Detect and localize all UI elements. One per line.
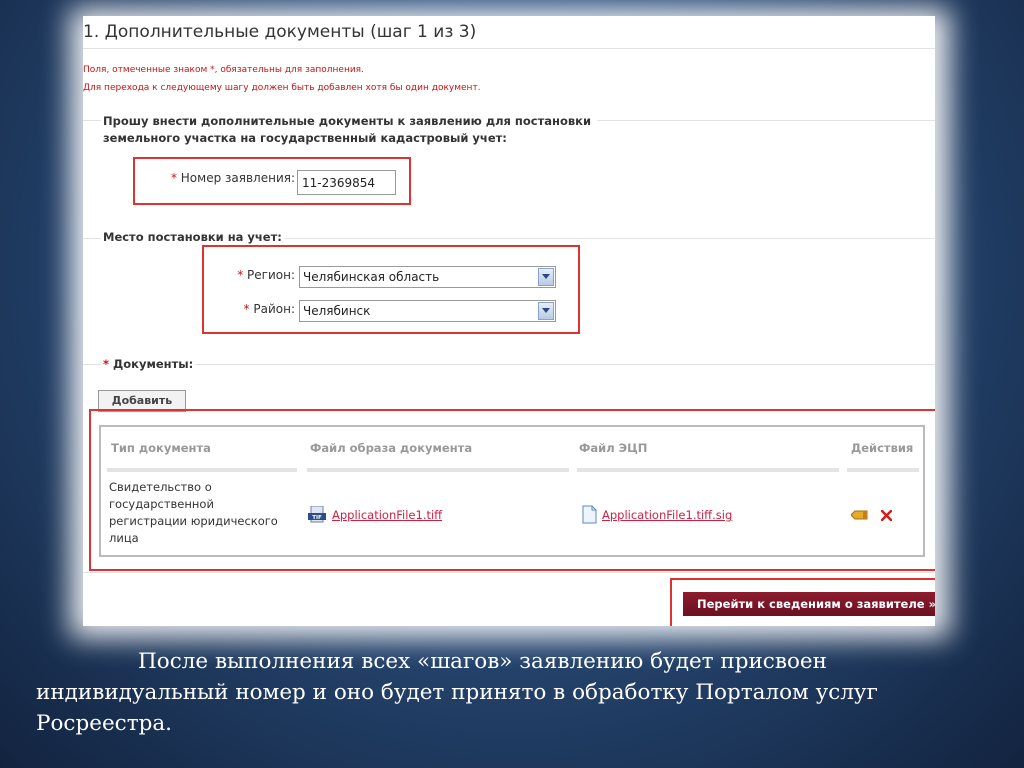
document-type-cell: Свидетельство о государственной регистра…: [109, 480, 278, 545]
pencil-edit-icon[interactable]: [851, 510, 869, 520]
section1-line-right: [597, 120, 935, 121]
column-underline: [307, 468, 569, 472]
column-underline: [577, 468, 839, 472]
caption-line1: После выполнения всех «шагов» заявлению …: [138, 649, 827, 674]
section2-line-left: [83, 238, 101, 239]
column-header-signature-file: Файл ЭЦП: [579, 441, 648, 455]
form-panel: 1. Дополнительные документы (шаг 1 из 3)…: [83, 16, 935, 626]
region-select-value: Челябинская область: [303, 270, 440, 284]
section3-line-right: [195, 364, 935, 365]
documents-label: Документы:: [113, 357, 194, 371]
chevron-down-icon[interactable]: [538, 268, 554, 286]
column-underline: [847, 468, 919, 472]
svg-text:TIF: TIF: [312, 515, 322, 521]
section1-line-left: [83, 120, 101, 121]
required-fields-note: Поля, отмеченные знаком *, обязательны д…: [83, 65, 364, 75]
section2-line-right: [285, 238, 935, 239]
column-header-image-file: Файл образа документа: [310, 441, 473, 455]
region-select[interactable]: Челябинская область: [299, 266, 556, 288]
section3-line-left: [83, 364, 101, 365]
caption-line3: Росреестра.: [36, 711, 173, 736]
section2-legend: Место постановки на учет:: [103, 230, 282, 244]
district-select-value: Челябинск: [303, 304, 371, 318]
image-file-link[interactable]: ApplicationFile1.tiff: [332, 508, 442, 522]
column-underline: [107, 468, 297, 472]
tiff-file-icon: TIF: [308, 506, 326, 523]
bottom-divider: [83, 572, 935, 573]
slide-caption: После выполнения всех «шагов» заявлению …: [36, 646, 996, 739]
next-step-button[interactable]: Перейти к сведениям о заявителе »: [683, 592, 935, 616]
document-file-icon: [582, 505, 597, 524]
add-document-note: Для перехода к следующему шагу должен бы…: [83, 83, 481, 93]
column-header-actions: Действия: [851, 441, 914, 455]
section1-legend-line2: земельного участка на государственный ка…: [103, 131, 507, 145]
delete-x-icon[interactable]: [881, 510, 892, 521]
documents-table: Тип документа Файл образа документа Файл…: [99, 425, 925, 557]
documents-legend: * Документы:: [103, 356, 193, 373]
column-header-type: Тип документа: [111, 441, 211, 455]
caption-line2: индивидуальный номер и оно будет принято…: [36, 680, 878, 705]
application-number-label: * Номер заявления:: [170, 171, 295, 185]
page-title: 1. Дополнительные документы (шаг 1 из 3): [83, 22, 477, 42]
section1-legend-line1: Прошу внести дополнительные документы к …: [103, 114, 592, 128]
region-label: * Регион:: [237, 268, 295, 282]
title-divider: [83, 48, 935, 49]
application-number-input[interactable]: [297, 170, 396, 195]
required-mark: *: [103, 357, 110, 371]
district-label: * Район:: [243, 302, 295, 316]
section1-legend: Прошу внести дополнительные документы к …: [103, 113, 591, 147]
district-select[interactable]: Челябинск: [299, 300, 556, 322]
chevron-down-icon[interactable]: [538, 302, 554, 320]
signature-file-link[interactable]: ApplicationFile1.tiff.sig: [602, 508, 732, 522]
